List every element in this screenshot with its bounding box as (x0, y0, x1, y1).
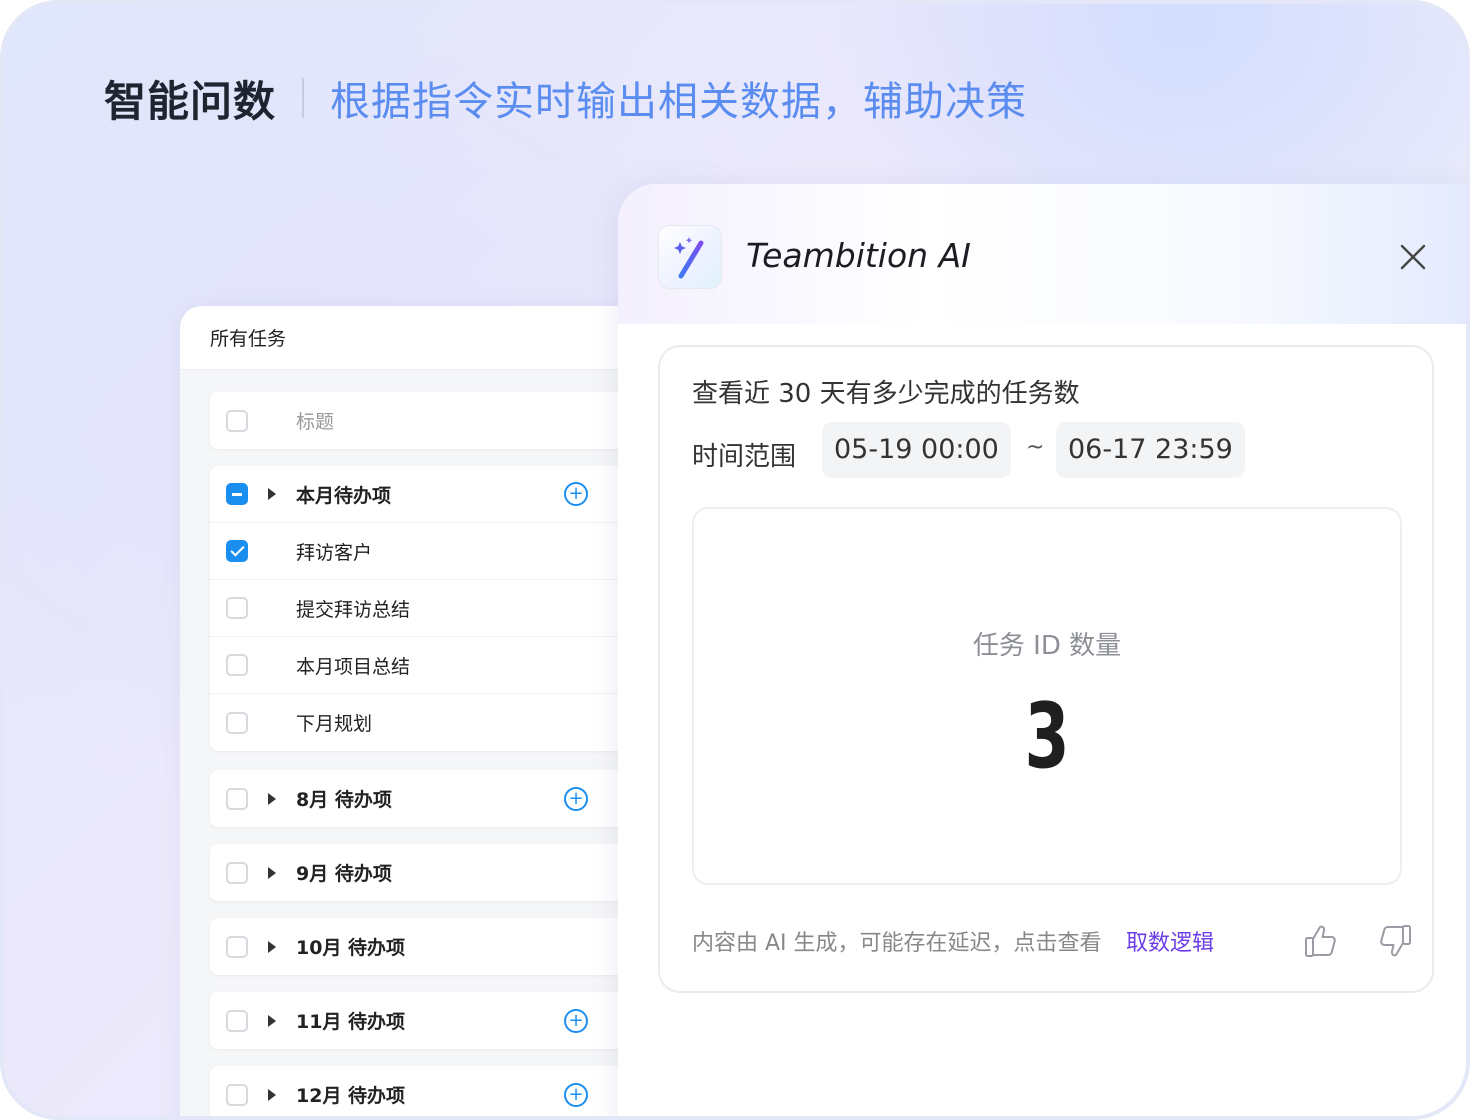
add-task-icon[interactable]: + (564, 786, 588, 811)
column-header-title: 标题 (296, 411, 335, 433)
group-december: 12月 待办项 + (210, 1066, 650, 1116)
ai-disclaimer: 内容由 AI 生成，可能存在延迟，点击查看 (692, 931, 1102, 956)
task-panel-header: 所有任务 (180, 306, 650, 370)
thumbs-down-icon[interactable] (1374, 921, 1414, 961)
task-row[interactable]: 本月项目总结 (210, 637, 650, 694)
group-checkbox[interactable] (226, 1009, 248, 1032)
ai-panel-title: Teambition AI (746, 236, 971, 275)
caret-right-icon[interactable] (268, 1088, 276, 1101)
caret-right-icon[interactable] (268, 488, 276, 500)
time-range-label: 时间范围 (692, 442, 797, 472)
group-checkbox[interactable] (226, 483, 248, 505)
task-row[interactable]: 拜访客户 (210, 523, 650, 580)
task-panel: 所有任务 标题 本月待办项 + 拜访客户 提交拜访总结 本月项目总结 下月规划 … (180, 306, 650, 1116)
query-text: 查看近 30 天有多少完成的任务数 (692, 379, 1080, 409)
magic-wand-icon (658, 225, 722, 289)
add-task-icon[interactable]: + (564, 1008, 588, 1033)
group-label: 11月 待办项 (296, 1011, 406, 1033)
thumbs-up-icon[interactable] (1302, 921, 1342, 961)
range-separator: ~ (1026, 435, 1045, 460)
group-header[interactable]: 本月待办项 + (210, 466, 650, 523)
group-header[interactable]: 11月 待办项 + (210, 992, 650, 1049)
group-label: 9月 待办项 (296, 863, 392, 885)
group-current-month: 本月待办项 + 拜访客户 提交拜访总结 本月项目总结 下月规划 (210, 466, 650, 751)
group-header[interactable]: 8月 待办项 + (210, 770, 650, 827)
task-label: 本月项目总结 (296, 655, 411, 678)
group-header[interactable]: 12月 待办项 + (210, 1066, 650, 1116)
task-row[interactable]: 提交拜访总结 (210, 580, 650, 637)
task-label: 提交拜访总结 (296, 598, 411, 621)
headline: 智能问数 根据指令实时输出相关数据，辅助决策 (104, 66, 1027, 130)
caret-right-icon[interactable] (268, 940, 276, 953)
group-header[interactable]: 9月 待办项 (210, 844, 650, 901)
task-checkbox[interactable] (226, 654, 248, 676)
close-icon[interactable] (1398, 242, 1428, 272)
group-label: 10月 待办项 (296, 937, 406, 959)
task-checkbox[interactable] (226, 597, 248, 619)
ai-panel: Teambition AI 查看近 30 天有多少完成的任务数 时间范围 05-… (618, 184, 1466, 1116)
metric-value: 3 (1024, 684, 1070, 789)
page-subtitle: 根据指令实时输出相关数据，辅助决策 (330, 79, 1028, 125)
title-divider (302, 78, 305, 118)
group-checkbox[interactable] (226, 861, 248, 884)
task-label: 拜访客户 (296, 541, 373, 564)
group-october: 10月 待办项 (210, 918, 650, 975)
ai-panel-header: Teambition AI (618, 184, 1466, 334)
column-header-row: 标题 (210, 392, 650, 449)
group-checkbox[interactable] (226, 1083, 248, 1106)
group-checkbox[interactable] (226, 787, 248, 810)
screenshot-frame: 智能问数 根据指令实时输出相关数据，辅助决策 所有任务 标题 本月待办项 + 拜… (0, 0, 1470, 1120)
task-row[interactable]: 下月规划 (210, 694, 650, 751)
caret-right-icon[interactable] (268, 866, 276, 879)
task-label: 下月规划 (296, 713, 373, 735)
task-checkbox[interactable] (226, 540, 248, 562)
metric-card: 任务 ID 数量 3 (692, 507, 1402, 885)
add-task-icon[interactable]: + (564, 482, 588, 506)
caret-right-icon[interactable] (268, 792, 276, 805)
group-september: 9月 待办项 (210, 844, 650, 901)
range-start-field[interactable]: 05-19 00:00 (822, 422, 1011, 478)
page-title: 智能问数 (104, 76, 277, 126)
task-checkbox[interactable] (226, 711, 248, 734)
data-logic-link[interactable]: 取数逻辑 (1126, 925, 1214, 957)
group-checkbox[interactable] (226, 935, 248, 958)
range-end-field[interactable]: 06-17 23:59 (1056, 422, 1245, 478)
select-all-checkbox[interactable] (226, 409, 248, 432)
task-panel-title: 所有任务 (210, 328, 287, 350)
group-label: 8月 待办项 (296, 789, 392, 811)
group-november: 11月 待办项 + (210, 992, 650, 1049)
answer-card: 查看近 30 天有多少完成的任务数 时间范围 05-19 00:00 ~ 06-… (658, 345, 1434, 993)
group-header[interactable]: 10月 待办项 (210, 918, 650, 975)
caret-right-icon[interactable] (268, 1014, 276, 1027)
metric-label: 任务 ID 数量 (972, 631, 1122, 661)
group-label: 12月 待办项 (296, 1085, 406, 1107)
group-august: 8月 待办项 + (210, 770, 650, 827)
add-task-icon[interactable]: + (564, 1082, 588, 1107)
group-label: 本月待办项 (296, 484, 392, 507)
